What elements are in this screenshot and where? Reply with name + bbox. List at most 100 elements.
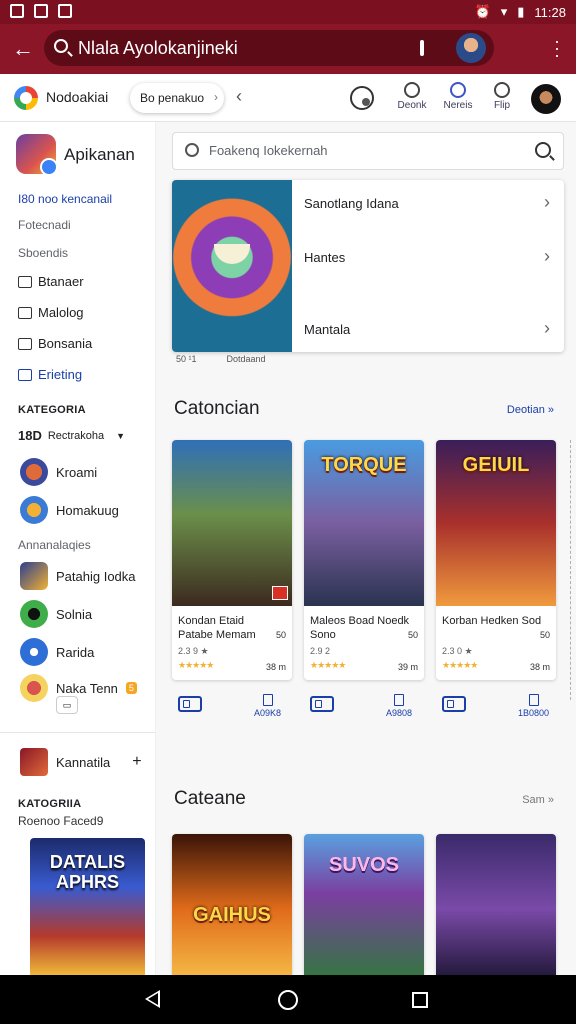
status-time: 11:28	[534, 4, 566, 20]
game-rating: 2.3 9 ★	[178, 646, 209, 656]
feature-caption: 50 ¹1 Dotdaand	[176, 354, 296, 364]
window-icon	[18, 275, 32, 288]
install-action[interactable]: A9808	[386, 694, 412, 718]
game-art-title: GAIHUS	[193, 904, 271, 926]
install-action[interactable]: A09K8	[254, 694, 281, 718]
game-meta: 50	[539, 630, 550, 640]
nav-back-icon[interactable]	[145, 990, 160, 1008]
search-icon	[185, 143, 199, 157]
sidebar-subtitle: Sboendis	[18, 246, 69, 260]
game-card-1[interactable]: Kondan Etaid Patabe Memam 50 2.3 9 ★ ★★★…	[172, 440, 292, 680]
sidebar-game-2[interactable]: Homakuug	[20, 496, 119, 524]
search-icon	[54, 39, 68, 53]
game-label: Solnia	[56, 606, 93, 622]
game-artwork: GEIUIL	[436, 440, 556, 606]
notification-icon	[58, 4, 72, 18]
game-card-6[interactable]	[436, 834, 556, 975]
image-icon	[34, 4, 48, 18]
alarm-icon: ⏰	[474, 4, 491, 19]
divider	[0, 732, 155, 733]
device-icon[interactable]	[178, 696, 202, 712]
game-label: Naka Tenn	[56, 680, 118, 696]
feature-card[interactable]: Sanotlang Idana Hantes Mantala	[172, 180, 564, 352]
game-rating: 2.3 0 ★	[442, 646, 473, 656]
device-icon[interactable]	[310, 696, 334, 712]
game-meta: 50	[407, 630, 418, 640]
toolbar-action-label: Nereis	[443, 100, 473, 111]
game-card-4[interactable]: GAIHUS	[172, 834, 292, 975]
category-heading: KATOGRIIA	[18, 798, 82, 810]
see-more-link[interactable]: Deotian »	[507, 404, 554, 416]
heart-icon	[450, 82, 466, 98]
sidebar-game-5[interactable]: Rarida	[20, 638, 94, 666]
sidebar-item-4[interactable]: Erieting	[18, 367, 82, 382]
nav-home-icon[interactable]	[278, 990, 298, 1010]
back-arrow-icon[interactable]: ←	[10, 36, 36, 62]
sidebar-game-7[interactable]: Kannatila +	[20, 748, 142, 776]
filter-chip[interactable]: Bo penakuo	[130, 82, 224, 113]
sidebar-game-6[interactable]: Naka Tenn 5	[20, 674, 137, 702]
chevron-left-icon[interactable]: ‹	[236, 86, 242, 107]
category-dropdown[interactable]: 18D Rectrakoha ▼	[18, 428, 125, 443]
toolbar-action-1[interactable]: Deonk	[392, 82, 432, 118]
search-input[interactable]: Foakenq Iokekernah	[172, 132, 564, 170]
status-bar: ⏰ ▾ ▮ 11:28	[0, 0, 576, 24]
game-card-5[interactable]: SUVOS	[304, 834, 424, 975]
feature-row-2[interactable]: Hantes	[304, 246, 554, 267]
game-artwork: GAIHUS	[172, 834, 292, 975]
toolbar-action-3[interactable]: Flip	[482, 82, 522, 118]
category-label: Rectrakoha	[47, 429, 105, 442]
feature-row-label: Sanotlang Idana	[304, 196, 399, 211]
toolbar-action-label: Flip	[493, 100, 511, 111]
poster-title: DATALIS APHRS	[49, 852, 126, 892]
age-rating-icon	[272, 586, 288, 600]
search-placeholder: Foakenq Iokekernah	[209, 143, 328, 158]
game-card-3[interactable]: GEIUIL Korban Hedken Sod 50 2.3 0 ★ ★★★★…	[436, 440, 556, 680]
count-badge: 5	[125, 682, 137, 694]
game-rating: 2.9 2	[310, 646, 331, 656]
overflow-menu-icon[interactable]: · · ·	[554, 32, 560, 64]
sidebar-item-3[interactable]: Bonsania	[18, 336, 92, 351]
sidebar-subtitle: Roenoo Faced9	[18, 814, 104, 828]
url-bar: ← Nlala Ayolokanjineki · · ·	[0, 24, 576, 74]
game-icon	[20, 674, 48, 702]
sidebar-subtitle: Annanalaqies	[18, 538, 91, 552]
game-label: Kannatila	[56, 754, 111, 770]
section-title: Cateane	[174, 788, 246, 809]
feature-row-1[interactable]: Sanotlang Idana	[304, 192, 554, 213]
install-action[interactable]: 1B0800	[518, 694, 549, 718]
category-number: 18D	[18, 428, 42, 443]
expand-button[interactable]: ▭	[56, 696, 78, 714]
mic-icon[interactable]	[420, 40, 424, 56]
see-more-link[interactable]: Sam »	[522, 794, 554, 806]
feature-row-3[interactable]: Mantala	[304, 318, 554, 339]
game-icon	[20, 496, 48, 524]
sidebar-link[interactable]: I80 noo kencanail	[18, 192, 112, 206]
device-icon[interactable]	[442, 696, 466, 712]
toolbar-action-2[interactable]: Nereis	[438, 82, 478, 118]
game-art-title: SUVOS	[328, 854, 400, 876]
search-submit-icon[interactable]	[535, 142, 551, 158]
game-artwork	[436, 834, 556, 975]
sidebar-game-3[interactable]: Patahig Iodka	[20, 562, 136, 590]
featured-poster[interactable]: DATALIS APHRS	[30, 838, 145, 975]
sidebar-item-label: Bonsania	[38, 336, 93, 351]
game-size: 38 m	[529, 662, 550, 672]
account-avatar[interactable]	[456, 33, 486, 63]
url-input[interactable]: Nlala Ayolokanjineki	[44, 30, 494, 66]
sidebar-game-4[interactable]: Solnia	[20, 600, 92, 628]
app-toolbar: Nodoakiai Bo penakuo ‹ Deonk Nereis Flip	[0, 74, 576, 122]
game-card-2[interactable]: TORQUE Maleos Boad Noedk Sono 50 2.9 2 ★…	[304, 440, 424, 680]
game-icon	[20, 458, 48, 486]
game-name: Maleos Boad Noedk Sono	[310, 615, 410, 641]
add-icon[interactable]: +	[132, 753, 141, 771]
game-art-title: TORQUE	[321, 454, 407, 476]
nav-recents-icon[interactable]	[412, 992, 428, 1008]
sidebar-item-2[interactable]: Malolog	[18, 305, 84, 320]
profile-avatar[interactable]	[531, 84, 561, 114]
sidebar-game-1[interactable]: Kroami	[20, 458, 97, 486]
search-icon[interactable]	[350, 86, 374, 110]
system-nav-bar	[0, 975, 576, 1024]
star-rating-icon: ★★★★★	[178, 660, 214, 670]
sidebar-item-1[interactable]: Btanaer	[18, 274, 84, 289]
